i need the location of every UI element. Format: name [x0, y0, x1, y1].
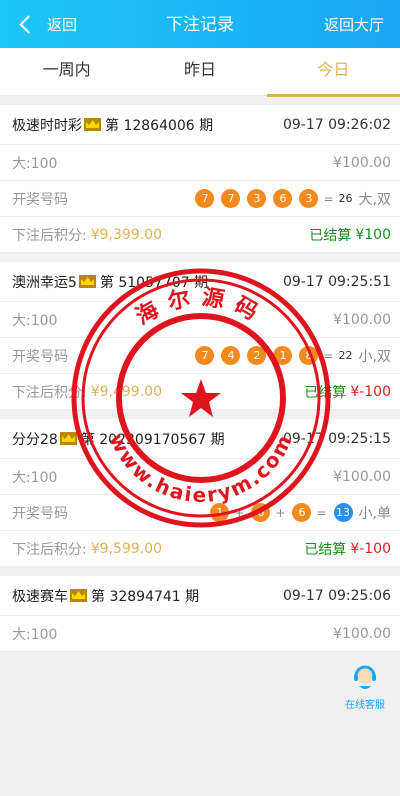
bet-amount: ¥100.00 — [333, 625, 391, 642]
bet-record-card[interactable]: 极速时时彩 第 12864006 期 09-17 09:26:02 大:100 ¥100… — [0, 105, 400, 253]
bet-time: 09-17 09:26:02 — [282, 116, 391, 133]
crown-icon — [59, 432, 77, 445]
draw-ball: 4 — [221, 346, 241, 365]
settled-amount: ¥-100 — [350, 540, 391, 557]
equals-sign: = — [323, 348, 334, 363]
draw-result-row: 开奖号码 1 +6 +6 = 13 小,单 — [0, 495, 400, 531]
bet-detail-row: 大:100 ¥100.00 — [0, 459, 400, 495]
bet-amount: ¥100.00 — [333, 311, 391, 328]
game-name: 极速赛车 — [12, 588, 68, 605]
draw-ball: 2 — [247, 346, 267, 365]
draw-label: 开奖号码 — [12, 191, 68, 208]
crown-icon — [70, 589, 87, 602]
draw-outcome: 小,单 — [358, 505, 391, 522]
bet-record-list: 极速时时彩 第 12864006 期 09-17 09:26:02 大:100 ¥100… — [0, 96, 400, 652]
record-header-row: 极速时时彩 第 12864006 期 09-17 09:26:02 — [0, 105, 400, 145]
draw-result-row: 开奖号码 7 7 3 6 3 = 26 大,双 — [0, 181, 400, 217]
draw-ball: 3 — [299, 189, 319, 208]
bet-time: 09-17 09:25:06 — [282, 587, 391, 604]
draw-ball: 1 — [273, 346, 293, 365]
draw-ball: 3 — [247, 189, 267, 208]
bet-content: 大:100 — [12, 626, 58, 643]
record-header-row: 极速赛车 第 32894741 期 09-17 09:25:06 — [0, 576, 400, 616]
bet-record-card[interactable]: 极速赛车 第 32894741 期 09-17 09:25:06 大:100 ¥100.… — [0, 576, 400, 652]
bet-time: 09-17 09:25:15 — [282, 430, 391, 447]
equals-sign: = — [316, 505, 327, 520]
game-name: 分分28 — [12, 431, 58, 448]
bet-amount: ¥100.00 — [333, 468, 391, 485]
tab-today[interactable]: 今日 — [266, 48, 400, 97]
settlement-row: 下注后积分: ¥9,599.00 已结算 ¥-100 — [0, 531, 400, 567]
game-name: 澳洲幸运5 — [12, 274, 77, 291]
return-lobby-button[interactable]: 返回大厅 — [324, 14, 384, 35]
bet-detail-row: 大:100 ¥100.00 — [0, 145, 400, 181]
draw-sum-ball: 13 — [333, 503, 353, 522]
draw-ball: 7 — [195, 346, 215, 365]
draw-ball: 6 — [251, 503, 271, 522]
draw-ball: 7 — [221, 189, 241, 208]
draw-outcome: 小,双 — [358, 348, 391, 365]
after-balance-label: 下注后积分: — [12, 227, 87, 244]
draw-ball: 6 — [292, 503, 312, 522]
equals-sign: = — [323, 191, 334, 206]
draw-sum: 22 — [338, 349, 353, 362]
plus-sign: + — [275, 505, 286, 520]
settlement-row: 下注后积分: ¥9,499.00 已结算 ¥-100 — [0, 374, 400, 410]
tab-week[interactable]: 一周内 — [0, 48, 133, 95]
draw-sum: 26 — [338, 192, 353, 205]
draw-ball: 6 — [273, 189, 293, 208]
headset-icon — [354, 665, 376, 689]
after-balance-value: ¥9,599.00 — [90, 540, 162, 557]
bet-content: 大:100 — [12, 469, 58, 486]
issue-number: 第 12864006 期 — [105, 117, 214, 134]
draw-ball: 7 — [195, 189, 215, 208]
after-balance-value: ¥9,499.00 — [90, 383, 162, 400]
settled-amount: ¥100 — [355, 226, 391, 243]
issue-number: 第 32894741 期 — [91, 588, 200, 605]
draw-ball: 8 — [299, 346, 319, 365]
crown-icon — [84, 118, 101, 131]
draw-label: 开奖号码 — [12, 348, 68, 365]
online-service-label: 在线客服 — [345, 700, 385, 711]
tab-yesterday[interactable]: 昨日 — [133, 48, 266, 95]
record-header-row: 澳洲幸运5 第 51057707 期 09-17 09:25:51 — [0, 262, 400, 302]
plus-sign: + — [234, 505, 245, 520]
bet-time: 09-17 09:25:51 — [282, 273, 391, 290]
online-service-button[interactable]: 在线客服 — [337, 662, 393, 722]
bet-detail-row: 大:100 ¥100.00 — [0, 616, 400, 652]
draw-outcome: 大,双 — [358, 191, 391, 208]
settled-status: 已结算 — [309, 227, 352, 244]
draw-result-row: 开奖号码 7 4 2 1 8 = 22 小,双 — [0, 338, 400, 374]
record-header-row: 分分28 第 202309170567 期 09-17 09:25:15 — [0, 419, 400, 459]
bet-amount: ¥100.00 — [333, 154, 391, 171]
settled-status: 已结算 — [304, 384, 347, 401]
crown-icon — [78, 275, 96, 288]
issue-number: 第 51057707 期 — [99, 274, 209, 291]
game-name: 极速时时彩 — [12, 117, 82, 134]
draw-label: 开奖号码 — [12, 505, 68, 522]
header-bar: 返回 下注记录 返回大厅 — [0, 0, 400, 48]
after-balance-label: 下注后积分: — [12, 541, 87, 558]
bet-record-card[interactable]: 分分28 第 202309170567 期 09-17 09:25:15 大:100 ¥… — [0, 419, 400, 567]
bet-detail-row: 大:100 ¥100.00 — [0, 302, 400, 338]
bet-content: 大:100 — [12, 155, 58, 172]
settled-status: 已结算 — [304, 541, 347, 558]
settled-amount: ¥-100 — [350, 383, 391, 400]
after-balance-label: 下注后积分: — [12, 384, 87, 401]
issue-number: 第 202309170567 期 — [80, 431, 225, 448]
date-tabs: 一周内 昨日 今日 — [0, 48, 400, 97]
after-balance-value: ¥9,399.00 — [90, 226, 162, 243]
bet-record-card[interactable]: 澳洲幸运5 第 51057707 期 09-17 09:25:51 大:100 ¥100… — [0, 262, 400, 410]
settlement-row: 下注后积分: ¥9,399.00 已结算 ¥100 — [0, 217, 400, 253]
draw-ball: 1 — [210, 503, 230, 522]
bet-content: 大:100 — [12, 312, 58, 329]
